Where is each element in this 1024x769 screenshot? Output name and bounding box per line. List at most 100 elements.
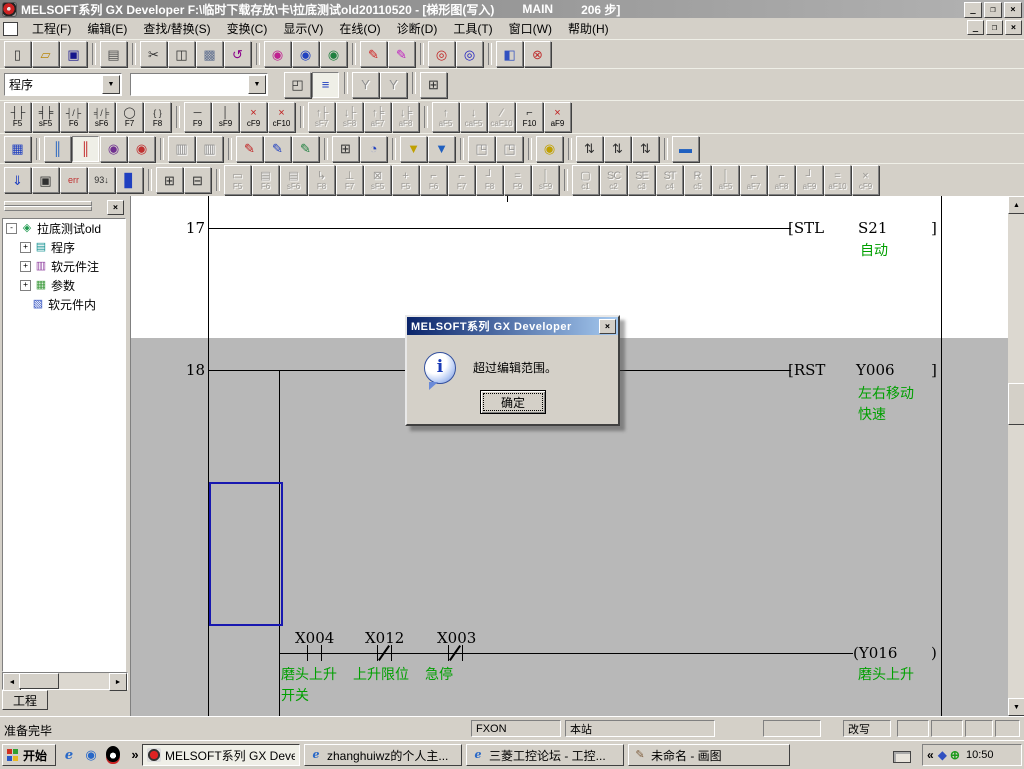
device-test-button[interactable]: ⊞ — [332, 136, 359, 162]
quicklaunch-ie-icon[interactable]: e — [60, 746, 78, 764]
child-window-icon[interactable] — [3, 22, 18, 36]
sfc-line-af8-button[interactable]: ⌐aF8 — [768, 165, 795, 195]
falling-pulse-button[interactable]: ↓├sF8 — [336, 102, 363, 132]
find-instruction-button[interactable]: ◉ — [292, 41, 319, 67]
sfc-end-step-button[interactable]: ⊥F7 — [336, 165, 363, 195]
sfc-dummy-step-button[interactable]: ⊠sF5 — [364, 165, 391, 195]
tree-item-0[interactable]: +▤程序 — [3, 238, 125, 257]
taskbar-clock[interactable]: 10:50 — [966, 749, 994, 761]
closed-contact-button[interactable]: ┤/├F6 — [60, 102, 87, 132]
scroll-up-icon[interactable]: ▲ — [1008, 196, 1024, 214]
device-comment-edit-button[interactable]: ✎ — [360, 41, 387, 67]
child-minimize-button[interactable]: _ — [967, 20, 984, 35]
statement-edit-mode-button[interactable]: ✎ — [264, 136, 291, 162]
tree-item-1[interactable]: +▥软元件注 — [3, 257, 125, 276]
monitor-bar-button[interactable]: ▬ — [672, 136, 699, 162]
monitor-zoom-b-button[interactable]: ◎ — [456, 41, 483, 67]
project-tree-toggle-button[interactable]: ≡ — [312, 72, 339, 98]
comment-check-button[interactable]: ⊗ — [524, 41, 551, 67]
menu-item-1[interactable]: 编辑(E) — [79, 18, 135, 39]
sfc-line-af10-button[interactable]: =aF10 — [824, 165, 851, 195]
error-jump-button[interactable]: err — [60, 167, 87, 193]
sfc-line-af9-button[interactable]: ┘aF9 — [796, 165, 823, 195]
sfc-delete-button[interactable]: ×cF9 — [852, 165, 879, 195]
split-window-button[interactable]: ◧ — [496, 41, 523, 67]
sort-c-button[interactable]: ⇅ — [632, 136, 659, 162]
start-button[interactable]: 开始 — [2, 744, 56, 766]
rising-pulse-branch-button[interactable]: ↑╞aF7 — [364, 102, 391, 132]
scroll-down-icon[interactable]: ▼ — [1008, 698, 1024, 716]
closed-branch-contact-button[interactable]: ╡/╞sF6 — [88, 102, 115, 132]
jump-destination-button[interactable]: ◳ — [496, 136, 523, 162]
quicklaunch-qq-icon[interactable] — [104, 746, 122, 764]
paste-button[interactable]: ▩ — [196, 41, 223, 67]
project-tree-hscrollbar[interactable]: ◄ ► — [2, 672, 128, 690]
tree-item-root[interactable]: -◈拉底测试old — [3, 219, 125, 238]
open-project-button[interactable]: ▱ — [32, 41, 59, 67]
sfc-sc-button[interactable]: SCc2 — [600, 165, 627, 195]
vertical-line-button[interactable]: │sF9 — [212, 102, 239, 132]
menu-item-0[interactable]: 工程(F) — [24, 18, 79, 39]
delete-vertical-line-button[interactable]: ×cF10 — [268, 102, 295, 132]
horizontal-line-button[interactable]: ─F9 — [184, 102, 211, 132]
undo-button[interactable]: ↺ — [224, 41, 251, 67]
task-gx-button[interactable]: MELSOFT系列 GX Deve... — [142, 744, 300, 766]
sfc-se-button[interactable]: SEc3 — [628, 165, 655, 195]
tree-item-3[interactable]: ▧软元件内 — [3, 295, 125, 314]
menu-item-8[interactable]: 窗口(W) — [501, 18, 560, 39]
task-ie-forum-button[interactable]: e三菱工控论坛 - 工控... — [466, 744, 624, 766]
rising-pulse-button[interactable]: ↑├sF7 — [308, 102, 335, 132]
block-list-button[interactable]: ▊ — [116, 167, 143, 193]
menu-item-4[interactable]: 显示(V) — [275, 18, 331, 39]
hscroll-thumb[interactable] — [19, 673, 59, 689]
falling-pulse-branch-button[interactable]: ↓╞aF8 — [392, 102, 419, 132]
sfc-selection-branch-button[interactable]: ⌐F6 — [420, 165, 447, 195]
macro-a-button[interactable]: Y — [352, 72, 379, 98]
tree-expand-box[interactable]: + — [20, 261, 31, 272]
menu-item-2[interactable]: 查找/替换(S) — [135, 18, 218, 39]
new-project-button[interactable]: ▯ — [4, 41, 31, 67]
comment-edit-mode-button[interactable]: ✎ — [236, 136, 263, 162]
cut-button[interactable]: ✂ — [140, 41, 167, 67]
delete-horizontal-line-button[interactable]: ×cF9 — [240, 102, 267, 132]
partial-monitor-button[interactable]: ◉ — [536, 136, 563, 162]
sfc-line-af5-button[interactable]: │aF5 — [712, 165, 739, 195]
child-restore-button[interactable]: ❐ — [986, 20, 1003, 35]
sfc-st-button[interactable]: STc4 — [656, 165, 683, 195]
slash-line-button[interactable]: ∕caF10 — [488, 102, 515, 132]
dialog-titlebar[interactable]: MELSOFT系列 GX Developer × — [407, 317, 618, 335]
arrow-down-button[interactable]: ↓caF5 — [460, 102, 487, 132]
panel-grip[interactable] — [4, 206, 92, 211]
program-blocks-button[interactable]: ▣ — [32, 167, 59, 193]
open-branch-contact-button[interactable]: ╡╞sF5 — [32, 102, 59, 132]
app-restore-button[interactable]: ❐ — [984, 2, 1002, 18]
cross-reference-button[interactable]: ⊞ — [156, 167, 183, 193]
sfc-parallel-join-button[interactable]: =F9 — [504, 165, 531, 195]
ok-button[interactable]: 确定 — [480, 390, 546, 414]
device-combobox[interactable]: ▼ — [130, 73, 268, 96]
step-number-sort-button[interactable]: 93↓ — [88, 167, 115, 193]
macro-b-button[interactable]: Y — [380, 72, 407, 98]
sfc-vertical-line-button[interactable]: │sF9 — [532, 165, 559, 195]
statement-edit-button[interactable]: ✎ — [388, 41, 415, 67]
menu-item-9[interactable]: 帮助(H) — [560, 18, 617, 39]
child-close-button[interactable]: × — [1005, 20, 1022, 35]
program-combobox[interactable]: 程序 ▼ — [4, 73, 122, 96]
chevron-down-icon[interactable]: ▼ — [102, 75, 120, 94]
quicklaunch-mediaplayer-icon[interactable]: ◉ — [82, 746, 100, 764]
tray-app-icon[interactable]: ◆ — [938, 748, 947, 762]
monitor-write-mode-button[interactable]: ◉ — [128, 136, 155, 162]
sfc-jump-button[interactable]: ↳F8 — [308, 165, 335, 195]
menu-item-3[interactable]: 变换(C) — [219, 18, 276, 39]
monitor-stop-button[interactable]: ▼ — [428, 136, 455, 162]
parameter-page-button[interactable]: ◰ — [284, 72, 311, 98]
branch-line-button[interactable]: ⌐F10 — [516, 102, 543, 132]
transfer-setup-button[interactable]: ⇓ — [4, 167, 31, 193]
sfc-selection-join-button[interactable]: ┘F8 — [476, 165, 503, 195]
read-mode-button[interactable]: ║ — [44, 136, 71, 162]
jump-source-button[interactable]: ◳ — [468, 136, 495, 162]
sfc-transition-button[interactable]: +F5 — [392, 165, 419, 195]
tray-update-icon[interactable]: ⊕ — [950, 748, 960, 762]
clock-setting-button[interactable]: ◔ — [360, 136, 387, 162]
monitor-start-button[interactable]: ▼ — [400, 136, 427, 162]
